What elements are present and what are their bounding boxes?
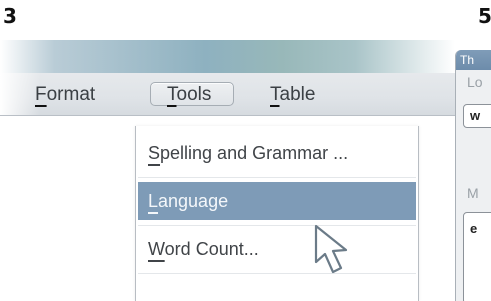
word-count-label: ord Count... [164, 239, 259, 259]
menu-divider [138, 225, 416, 226]
spelling-label: pelling and Grammar ... [160, 143, 349, 163]
menu-table-mnemonic: T [270, 84, 280, 105]
menu-table-label: able [279, 84, 316, 105]
menu-divider [138, 177, 416, 178]
menu-item-word-count[interactable]: Word Count... [138, 230, 416, 268]
dialog-field-2[interactable]: e [463, 212, 491, 301]
dialog-label-1: Lo [467, 74, 483, 90]
tools-dropdown-menu: Spelling and Grammar ... Language Word C… [135, 126, 419, 301]
menu-item-language[interactable]: Language [138, 182, 416, 220]
menu-format[interactable]: Format [35, 83, 95, 107]
menu-tools-label: ools [176, 84, 212, 105]
menu-item-spelling-and-grammar[interactable]: Spelling and Grammar ... [138, 134, 416, 172]
menu-tools-mnemonic: T [167, 84, 177, 105]
menu-format-mnemonic: F [35, 84, 47, 105]
menu-format-label: ormat [46, 84, 96, 105]
menu-table[interactable]: Table [270, 83, 315, 107]
step-number-left: 3 [3, 4, 17, 28]
menu-tools[interactable]: Tools [150, 82, 234, 106]
title-bar [0, 40, 455, 73]
language-label: anguage [158, 191, 229, 211]
dialog-window: Th Lo w M e [455, 50, 491, 301]
spelling-mnemonic: S [148, 143, 161, 163]
language-mnemonic: L [148, 191, 159, 211]
word-count-mnemonic: W [148, 239, 165, 259]
menu-bar: Format Tools Table [0, 73, 455, 116]
menu-divider [138, 273, 416, 274]
mouse-pointer-icon [314, 224, 348, 274]
dialog-title: Th [456, 50, 491, 70]
dialog-label-2: M [467, 185, 479, 201]
step-number-right: 5 [478, 4, 491, 28]
dialog-field-1[interactable]: w [463, 104, 491, 128]
